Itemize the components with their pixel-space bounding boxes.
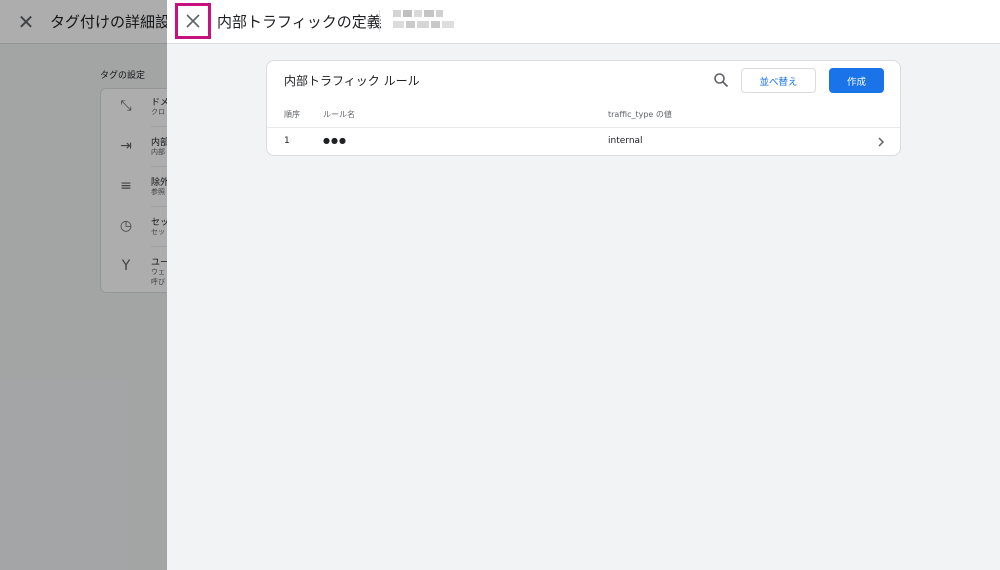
header-divider xyxy=(379,10,380,32)
sort-button[interactable]: 並べ替え xyxy=(741,68,816,93)
row-rule-name: ●●● xyxy=(323,136,347,145)
chevron-right-icon xyxy=(878,137,885,147)
close-button[interactable] xyxy=(175,3,211,39)
column-header-rule-name[interactable]: ルール名 xyxy=(323,109,355,120)
internal-traffic-rules-card: 内部トラフィック ルール 並べ替え 作成 順序 ルール名 traffic_typ… xyxy=(266,60,901,156)
search-icon[interactable] xyxy=(713,72,729,88)
row-traffic-type: internal xyxy=(608,136,643,146)
column-header-traffic-type[interactable]: traffic_type の値 xyxy=(608,109,672,120)
blurred-property-id xyxy=(393,8,457,34)
create-button[interactable]: 作成 xyxy=(829,68,884,93)
card-title: 内部トラフィック ルール xyxy=(284,74,420,88)
column-header-order[interactable]: 順序 xyxy=(284,109,300,120)
close-icon xyxy=(186,14,200,28)
internal-traffic-panel: 内部トラフィックの定義 内部トラフィック ルール 並べ替え 作成 順序 ルール名… xyxy=(167,0,1000,570)
table-row[interactable]: 1 ●●● internal xyxy=(267,128,900,156)
panel-header: 内部トラフィックの定義 xyxy=(167,0,1000,44)
page-title: 内部トラフィックの定義 xyxy=(217,13,382,31)
row-order: 1 xyxy=(284,136,290,146)
